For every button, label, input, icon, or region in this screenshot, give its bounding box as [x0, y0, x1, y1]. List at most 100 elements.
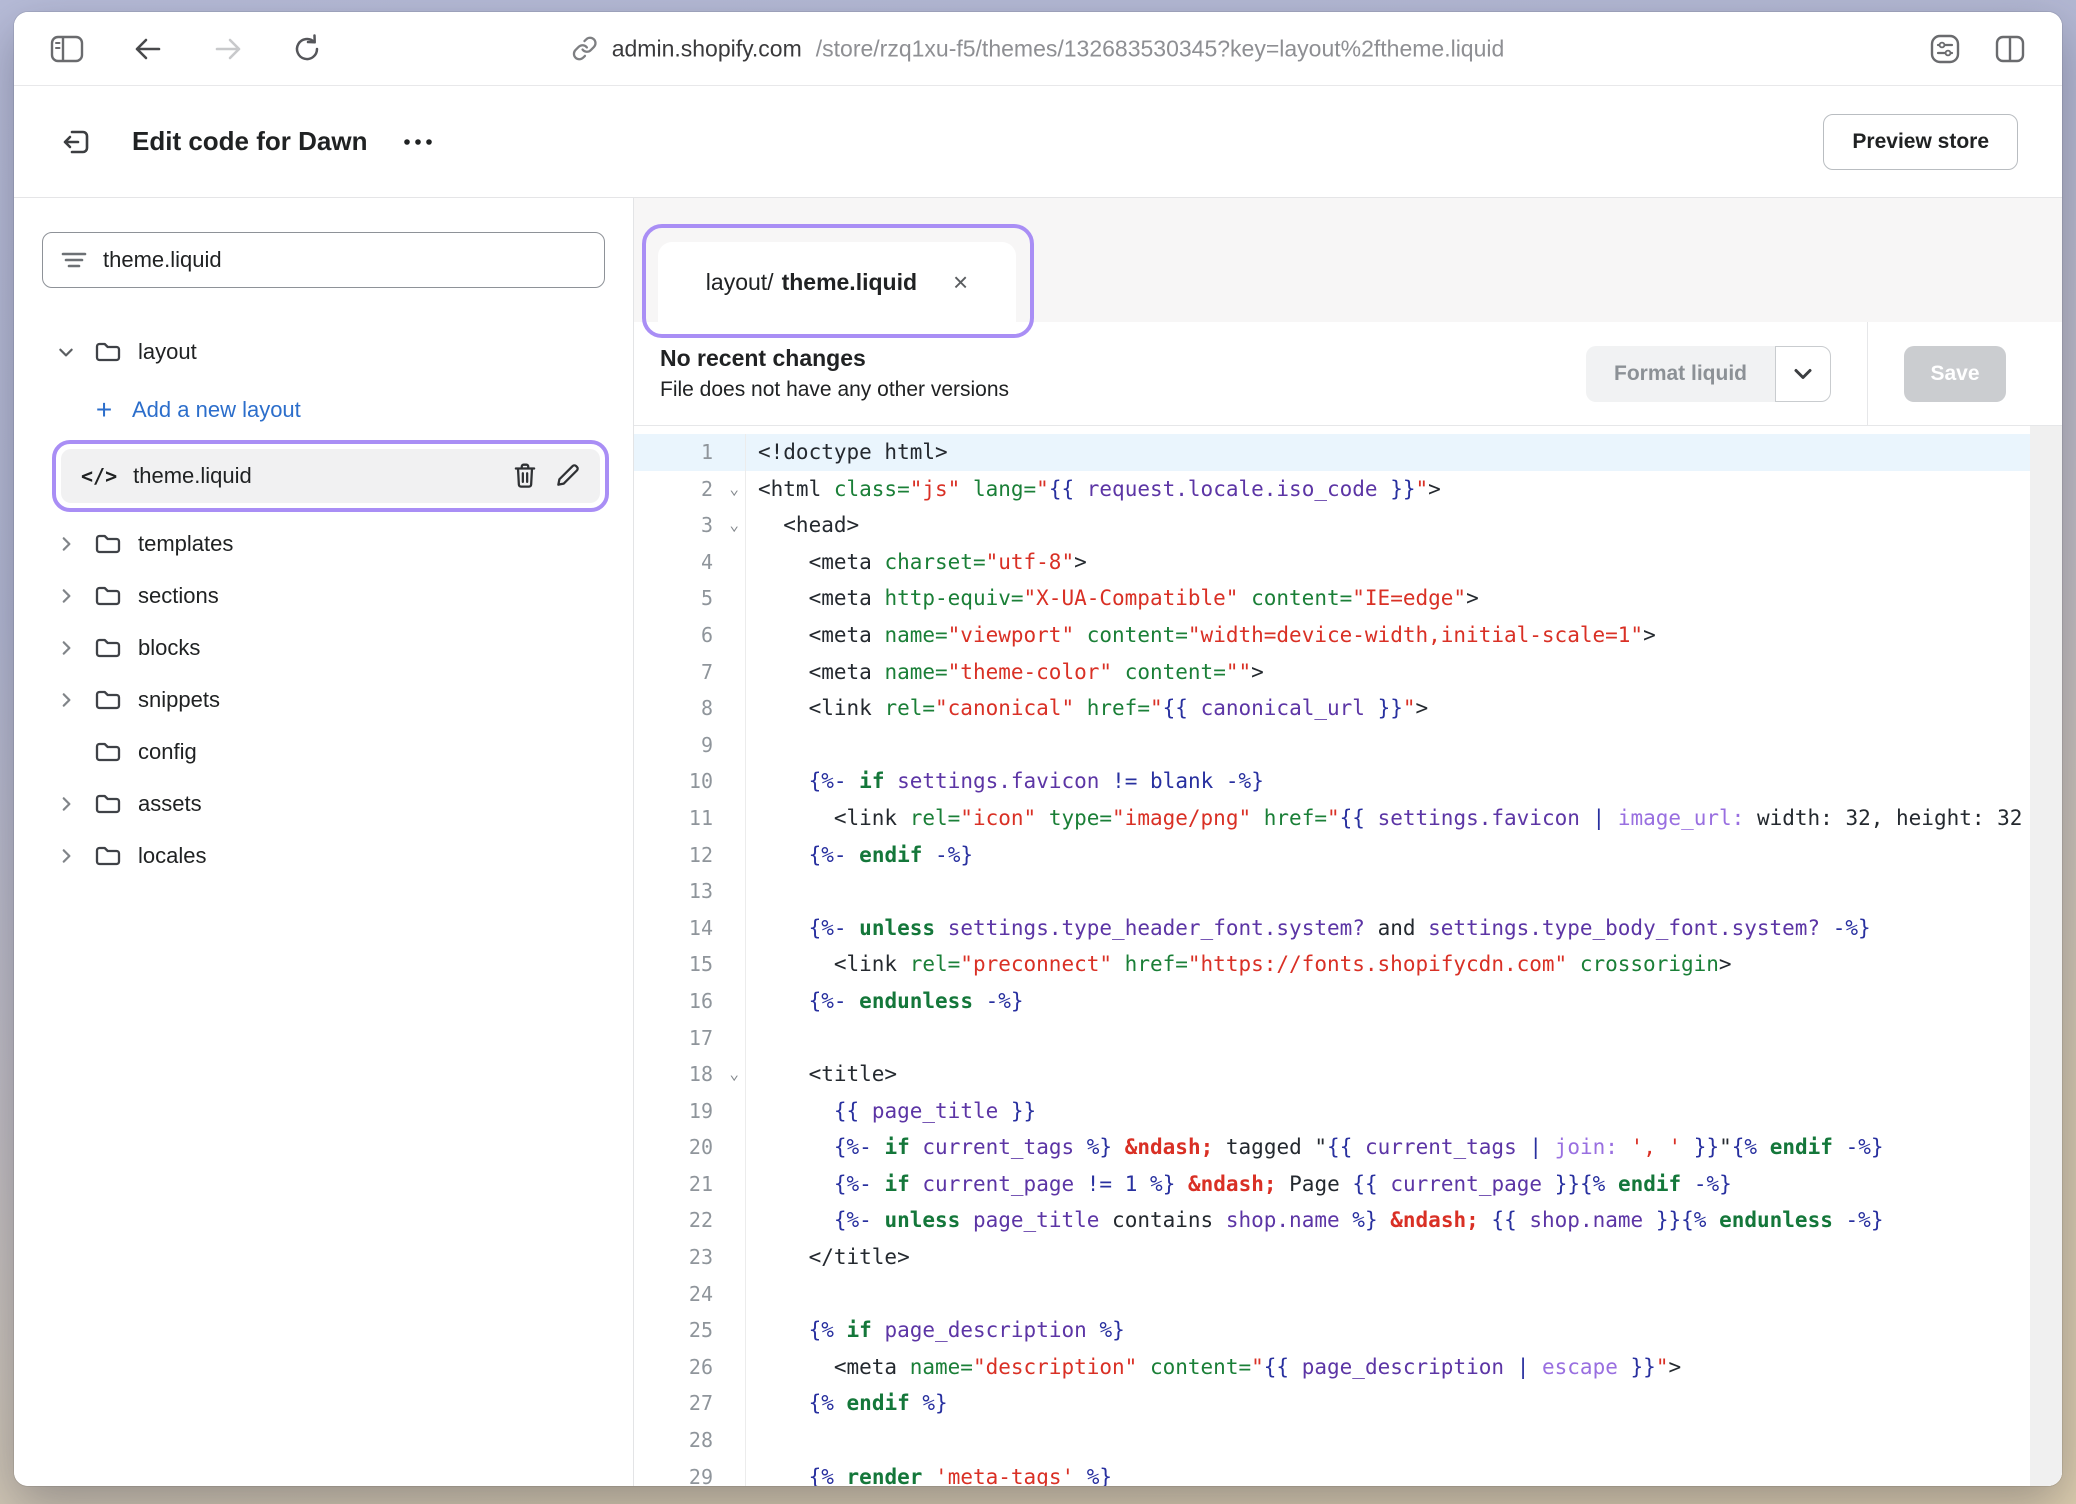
- version-title: No recent changes: [660, 345, 1009, 372]
- file-search-box[interactable]: [42, 232, 605, 288]
- code-line[interactable]: 3⌄ <head>: [634, 507, 2030, 544]
- sidebar-item-theme.liquid[interactable]: </>theme.liquid: [61, 449, 600, 503]
- fold-chevron-icon[interactable]: ⌄: [729, 471, 739, 508]
- reload-icon[interactable]: [292, 33, 322, 65]
- rename-file-icon[interactable]: [554, 463, 580, 489]
- tab-path-prefix: layout/: [706, 269, 774, 296]
- version-bar: No recent changes File does not have any…: [634, 322, 2062, 426]
- code-line[interactable]: 9: [634, 727, 2030, 764]
- format-dropdown-button[interactable]: [1775, 346, 1831, 402]
- line-number: 22: [634, 1202, 746, 1239]
- line-number: 24: [634, 1276, 746, 1313]
- code-line[interactable]: 15 <link rel="preconnect" href="https://…: [634, 946, 2030, 983]
- line-number: 20: [634, 1129, 746, 1166]
- plus-icon: +: [92, 396, 116, 424]
- sidebar-toggle-icon[interactable]: [50, 35, 84, 63]
- add-new-layout-button[interactable]: +Add a new layout: [14, 384, 633, 436]
- code-line[interactable]: 23 </title>: [634, 1239, 2030, 1276]
- code-line[interactable]: 14 {%- unless settings.type_header_font.…: [634, 910, 2030, 947]
- app-header: Edit code for Dawn Preview store: [14, 86, 2062, 198]
- line-number: 1: [634, 434, 746, 471]
- browser-toolbar: admin.shopify.com/store/rzq1xu-f5/themes…: [14, 12, 2062, 86]
- code-line[interactable]: 28: [634, 1422, 2030, 1459]
- sidebar-folder-assets[interactable]: assets: [14, 778, 633, 830]
- file-sidebar: layout +Add a new layout </>theme.liquid te…: [14, 198, 634, 1486]
- code-line[interactable]: 17: [634, 1020, 2030, 1057]
- sidebar-folder-config[interactable]: config: [14, 726, 633, 778]
- filter-icon: [61, 250, 87, 270]
- fold-chevron-icon[interactable]: ⌄: [729, 1056, 739, 1093]
- line-number: 3⌄: [634, 507, 746, 544]
- code-line[interactable]: 27 {% endif %}: [634, 1385, 2030, 1422]
- code-line[interactable]: 21 {%- if current_page != 1 %} &ndash; P…: [634, 1166, 2030, 1203]
- folder-label: locales: [138, 843, 206, 869]
- line-number: 11: [634, 800, 746, 837]
- code-line[interactable]: 11 <link rel="icon" type="image/png" hre…: [634, 800, 2030, 837]
- sidebar-folder-templates[interactable]: templates: [14, 518, 633, 570]
- code-file-icon: </>: [81, 464, 117, 488]
- folder-icon: [94, 532, 122, 556]
- split-view-icon[interactable]: [1994, 34, 2026, 64]
- code-line[interactable]: 8 <link rel="canonical" href="{{ canonic…: [634, 690, 2030, 727]
- code-line[interactable]: 1<!doctype html>: [634, 434, 2030, 471]
- url-domain: admin.shopify.com: [612, 35, 802, 62]
- editor-scrollbar[interactable]: [2030, 426, 2062, 1486]
- code-line[interactable]: 29 {% render 'meta-tags' %}: [634, 1459, 2030, 1486]
- page-settings-icon[interactable]: [1928, 34, 1962, 64]
- code-line[interactable]: 26 <meta name="description" content="{{ …: [634, 1349, 2030, 1386]
- code-line[interactable]: 18⌄ <title>: [634, 1056, 2030, 1093]
- save-button[interactable]: Save: [1904, 346, 2006, 402]
- code-line[interactable]: 5 <meta http-equiv="X-UA-Compatible" con…: [634, 580, 2030, 617]
- code-editor[interactable]: 1<!doctype html>2⌄<html class="js" lang=…: [634, 426, 2062, 1486]
- code-line[interactable]: 10 {%- if settings.favicon != blank -%}: [634, 763, 2030, 800]
- code-line[interactable]: 22 {%- unless page_title contains shop.n…: [634, 1202, 2030, 1239]
- folder-icon: [94, 636, 122, 660]
- code-line[interactable]: 16 {%- endunless -%}: [634, 983, 2030, 1020]
- chevron-right-icon: [57, 847, 75, 865]
- forward-icon[interactable]: [212, 35, 244, 63]
- line-number: 19: [634, 1093, 746, 1130]
- delete-file-icon[interactable]: [512, 462, 538, 490]
- sidebar-folder-snippets[interactable]: snippets: [14, 674, 633, 726]
- chevron-right-icon: [57, 691, 75, 709]
- url-path: /store/rzq1xu-f5/themes/132683530345?key…: [816, 35, 1505, 62]
- line-number: 6: [634, 617, 746, 654]
- code-line[interactable]: 25 {% if page_description %}: [634, 1312, 2030, 1349]
- format-liquid-button[interactable]: Format liquid: [1586, 346, 1775, 402]
- code-line[interactable]: 24: [634, 1276, 2030, 1313]
- more-actions-icon[interactable]: [401, 136, 435, 148]
- code-line[interactable]: 4 <meta charset="utf-8">: [634, 544, 2030, 581]
- code-line[interactable]: 13: [634, 873, 2030, 910]
- search-input[interactable]: [103, 247, 586, 273]
- line-number: 12: [634, 837, 746, 874]
- preview-store-button[interactable]: Preview store: [1823, 114, 2018, 170]
- tab-theme-liquid[interactable]: layout/theme.liquid ×: [658, 242, 1016, 322]
- folder-icon: [94, 740, 122, 764]
- folder-label: config: [138, 739, 197, 765]
- folder-icon: [94, 688, 122, 712]
- sidebar-folder-locales[interactable]: locales: [14, 830, 633, 882]
- code-line[interactable]: 20 {%- if current_tags %} &ndash; tagged…: [634, 1129, 2030, 1166]
- url-field[interactable]: admin.shopify.com/store/rzq1xu-f5/themes…: [572, 35, 1505, 62]
- line-number: 10: [634, 763, 746, 800]
- back-icon[interactable]: [132, 35, 164, 63]
- exit-icon[interactable]: [58, 124, 94, 160]
- tab-close-icon[interactable]: ×: [953, 269, 968, 295]
- tab-file-name: theme.liquid: [782, 269, 917, 296]
- sidebar-folder-sections[interactable]: sections: [14, 570, 633, 622]
- line-number: 5: [634, 580, 746, 617]
- tab-bar: layout/theme.liquid ×: [634, 198, 2062, 322]
- chevron-down-icon: [57, 343, 75, 361]
- code-line[interactable]: 2⌄<html class="js" lang="{{ request.loca…: [634, 471, 2030, 508]
- link-icon: [572, 36, 598, 62]
- fold-chevron-icon[interactable]: ⌄: [729, 507, 739, 544]
- folder-icon: [94, 584, 122, 608]
- code-line[interactable]: 12 {%- endif -%}: [634, 837, 2030, 874]
- browser-window: admin.shopify.com/store/rzq1xu-f5/themes…: [14, 12, 2062, 1486]
- folder-label: sections: [138, 583, 219, 609]
- sidebar-folder-blocks[interactable]: blocks: [14, 622, 633, 674]
- code-line[interactable]: 6 <meta name="viewport" content="width=d…: [634, 617, 2030, 654]
- sidebar-folder-layout[interactable]: layout: [14, 326, 633, 378]
- code-line[interactable]: 7 <meta name="theme-color" content="">: [634, 654, 2030, 691]
- code-line[interactable]: 19 {{ page_title }}: [634, 1093, 2030, 1130]
